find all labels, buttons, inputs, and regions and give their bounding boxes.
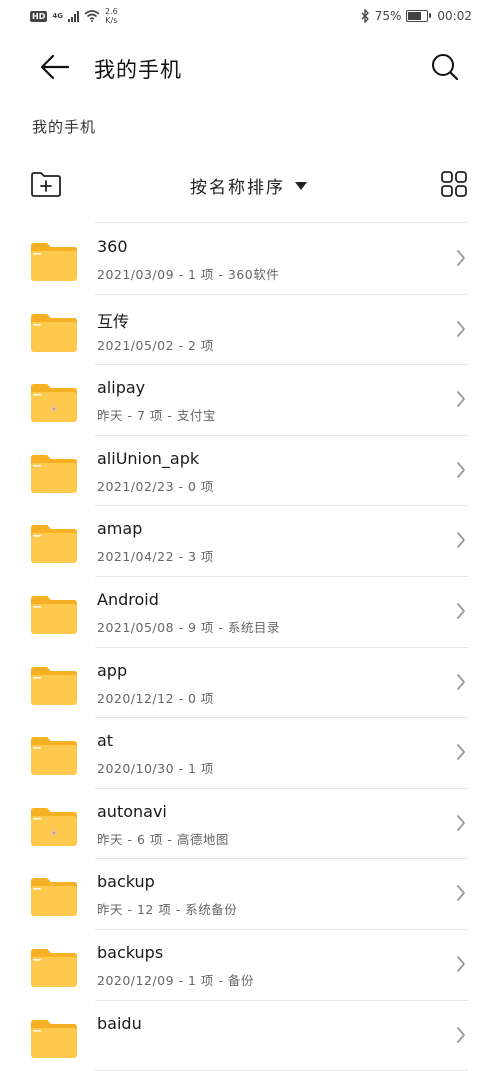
file-row[interactable]: backup 昨天 - 12 项 - 系统备份 (0, 859, 500, 930)
wifi-icon (84, 10, 100, 22)
page-title: 我的手机 (94, 58, 182, 82)
file-meta: 2021/02/23 - 0 项 (97, 478, 214, 494)
file-row[interactable]: aliUnion_apk 2021/02/23 - 0 项 (0, 436, 500, 507)
file-meta: 2021/03/09 - 1 项 - 360软件 (97, 267, 280, 282)
sort-dropdown[interactable]: 按名称排序 (190, 173, 307, 198)
file-meta: 昨天 - 7 项 - 支付宝 (97, 408, 216, 424)
breadcrumb[interactable]: 我的手机 (32, 116, 96, 137)
file-row[interactable]: autonavi 昨天 - 6 项 - 高德地图 (0, 789, 500, 860)
chevron-right-icon (457, 885, 465, 902)
grid-view-icon[interactable] (440, 170, 468, 198)
file-row[interactable]: Android 2021/05/08 - 9 项 - 系统目录 (0, 577, 500, 648)
folder-icon (31, 384, 77, 423)
folder-icon (31, 243, 77, 281)
chevron-right-icon (457, 673, 465, 690)
chevron-right-icon (457, 532, 465, 549)
file-meta: 2020/10/30 - 1 项 (97, 761, 214, 777)
network-speed: 2.6 K/s (104, 7, 118, 25)
file-name: Android (97, 589, 159, 609)
caret-down-icon (295, 181, 307, 190)
file-meta: 2021/05/08 - 9 项 - 系统目录 (97, 619, 280, 635)
sort-label: 按名称排序 (190, 178, 285, 198)
file-row[interactable]: baidu (0, 1001, 500, 1071)
divider (95, 222, 468, 223)
file-name: 360 (97, 237, 128, 256)
file-name: alipay (97, 378, 146, 398)
chevron-right-icon (457, 320, 465, 337)
folder-icon (31, 948, 77, 987)
folder-icon (31, 454, 77, 493)
battery-icon (406, 10, 432, 22)
file-meta: 2020/12/12 - 0 项 (97, 690, 214, 706)
chevron-right-icon (457, 461, 465, 478)
file-row[interactable]: app 2020/12/12 - 0 项 (0, 648, 500, 719)
file-name: 互传 (97, 311, 130, 331)
file-name: app (97, 660, 128, 680)
app-header: 我的手机 (0, 40, 500, 96)
chevron-right-icon (457, 744, 465, 761)
file-name: backups (97, 942, 164, 962)
clock: 00:02 (437, 9, 472, 23)
file-meta: 2020/12/09 - 1 项 - 备份 (97, 972, 254, 988)
file-name: at (97, 731, 114, 751)
file-row[interactable]: backups 2020/12/09 - 1 项 - 备份 (0, 930, 500, 1001)
folder-icon (31, 313, 77, 352)
folder-icon (31, 1019, 77, 1058)
file-name: backup (97, 872, 155, 892)
file-meta: 2021/05/02 - 2 项 (97, 337, 214, 353)
file-list: 360 2021/03/09 - 1 项 - 360软件互传 2021/05/02 … (0, 224, 500, 1071)
chevron-right-icon (457, 814, 465, 831)
signal-icon (67, 10, 79, 22)
new-folder-icon[interactable] (30, 170, 62, 198)
file-row[interactable]: 互传 2021/05/02 - 2 项 (0, 295, 500, 366)
file-row[interactable]: 360 2021/03/09 - 1 项 - 360软件 (0, 224, 500, 295)
file-row[interactable]: amap 2021/04/22 - 3 项 (0, 506, 500, 577)
hd-indicator: HD (30, 10, 48, 22)
folder-icon (31, 737, 77, 776)
search-icon[interactable] (430, 52, 460, 82)
folder-icon (31, 878, 77, 917)
folder-icon (31, 525, 77, 564)
file-name: aliUnion_apk (97, 448, 200, 468)
status-bar: HD 4G 2.6 K/s 75% 00:02 (0, 0, 500, 34)
network-type: 4G (52, 11, 63, 20)
chevron-right-icon (457, 391, 465, 408)
file-name: baidu (97, 1013, 142, 1033)
folder-icon (31, 595, 77, 634)
file-meta: 昨天 - 12 项 - 系统备份 (97, 902, 238, 918)
chevron-right-icon (457, 956, 465, 972)
back-arrow-icon[interactable] (38, 52, 72, 82)
file-row[interactable]: at 2020/10/30 - 1 项 (0, 718, 500, 789)
file-meta: 昨天 - 6 项 - 高德地图 (97, 831, 229, 847)
chevron-right-icon (457, 1026, 465, 1043)
toolbar: 按名称排序 (0, 160, 500, 210)
file-name: amap (97, 519, 143, 539)
file-name: autonavi (97, 801, 167, 821)
chevron-right-icon (457, 603, 465, 619)
file-meta: 2021/04/22 - 3 项 (97, 549, 214, 565)
chevron-right-icon (457, 250, 465, 266)
battery-percent: 75% (374, 9, 402, 23)
file-row[interactable]: alipay 昨天 - 7 项 - 支付宝 (0, 365, 500, 436)
bluetooth-icon (361, 9, 369, 23)
folder-icon (31, 807, 77, 846)
folder-icon (31, 666, 77, 705)
